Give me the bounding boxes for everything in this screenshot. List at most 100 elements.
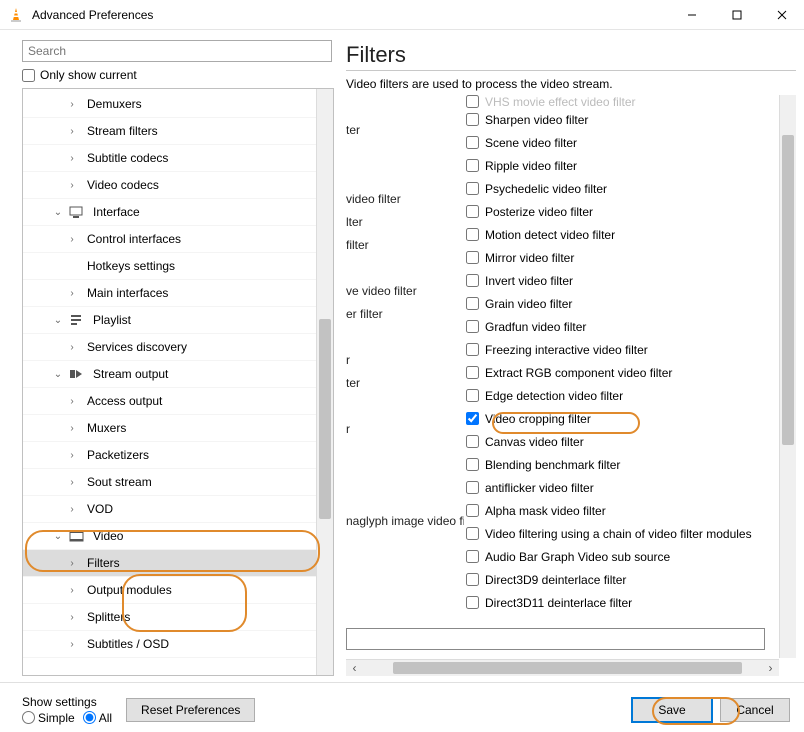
playlist-icon bbox=[69, 313, 85, 327]
filter-label: Sharpen video filter bbox=[485, 113, 588, 127]
filter-checkbox-ripple-video-filter[interactable]: Ripple video filter bbox=[466, 159, 577, 173]
filter-label: VHS movie effect video filter bbox=[485, 95, 636, 109]
filter-label: Blending benchmark filter bbox=[485, 458, 620, 472]
tree-item-label: Hotkeys settings bbox=[87, 259, 175, 273]
tree-item-video-codecs[interactable]: ›Video codecs bbox=[23, 172, 333, 199]
tree-item-video[interactable]: ⌄ Video bbox=[23, 523, 333, 550]
tree-item-hotkeys-settings[interactable]: Hotkeys settings bbox=[23, 253, 333, 280]
filter-label: Invert video filter bbox=[485, 274, 573, 288]
filter-checkbox-canvas-video-filter[interactable]: Canvas video filter bbox=[466, 435, 584, 449]
tree-item-main-interfaces[interactable]: ›Main interfaces bbox=[23, 280, 333, 307]
tree-item-label: VOD bbox=[87, 502, 113, 516]
cancel-button[interactable]: Cancel bbox=[720, 698, 790, 722]
tree-item-stream-output[interactable]: ⌄ Stream output bbox=[23, 361, 333, 388]
filter-label: antiflicker video filter bbox=[485, 481, 594, 495]
filter-checkbox-antiflicker-video-filter[interactable]: antiflicker video filter bbox=[466, 481, 594, 495]
search-input[interactable] bbox=[22, 40, 332, 62]
filter-label: Direct3D11 deinterlace filter bbox=[485, 596, 632, 610]
tree-item-access-output[interactable]: ›Access output bbox=[23, 388, 333, 415]
page-title: Filters bbox=[346, 42, 796, 68]
tree-item-vod[interactable]: › VOD bbox=[23, 496, 333, 523]
filter-checkbox-sharpen-video-filter[interactable]: Sharpen video filter bbox=[466, 113, 588, 127]
filter-checkbox-audio-bar-graph-video-sub-source[interactable]: Audio Bar Graph Video sub source bbox=[466, 550, 670, 564]
chevron-icon: ⌄ bbox=[47, 207, 69, 218]
save-button[interactable]: Save bbox=[632, 698, 712, 722]
tree-item-packetizers[interactable]: ›Packetizers bbox=[23, 442, 333, 469]
filter-checkbox-vhs-movie-effect-video-filter[interactable]: VHS movie effect video filter bbox=[466, 95, 636, 109]
filter-label: Posterize video filter bbox=[485, 205, 593, 219]
filter-module-text-input[interactable] bbox=[346, 628, 765, 650]
filter-checkbox-video-filtering-using-a-chain-of-video-filter-modules[interactable]: Video filtering using a chain of video f… bbox=[466, 527, 752, 541]
tree-item-sout-stream[interactable]: ›Sout stream bbox=[23, 469, 333, 496]
chevron-icon: ⌄ bbox=[47, 369, 69, 380]
filter-left-fragment bbox=[346, 325, 464, 348]
tree-item-label: Services discovery bbox=[87, 340, 187, 354]
filters-scrollbar-vertical[interactable] bbox=[779, 95, 796, 658]
tree-item-label: Splitters bbox=[87, 610, 130, 624]
tree-item-playlist[interactable]: ⌄Playlist bbox=[23, 307, 333, 334]
chevron-icon: ⌄ bbox=[47, 531, 69, 542]
filters-scrollbar-horizontal[interactable]: ‹ › bbox=[346, 659, 779, 676]
filter-checkbox-blending-benchmark-filter[interactable]: Blending benchmark filter bbox=[466, 458, 620, 472]
tree-item-filters[interactable]: ›Filters bbox=[23, 550, 333, 577]
scroll-left-icon[interactable]: ‹ bbox=[346, 660, 363, 677]
close-button[interactable] bbox=[759, 0, 804, 29]
filter-checkbox-invert-video-filter[interactable]: Invert video filter bbox=[466, 274, 573, 288]
tree-item-label: Video bbox=[93, 529, 123, 543]
chevron-icon: › bbox=[61, 639, 83, 650]
filter-left-fragment: ve video filter bbox=[346, 279, 464, 302]
filter-checkbox-freezing-interactive-video-filter[interactable]: Freezing interactive video filter bbox=[466, 343, 648, 357]
tree-item-muxers[interactable]: ›Muxers bbox=[23, 415, 333, 442]
tree-item-output-modules[interactable]: ›Output modules bbox=[23, 577, 333, 604]
chevron-icon: ⌄ bbox=[47, 315, 69, 326]
chevron-icon: › bbox=[61, 153, 83, 164]
tree-item-label: Subtitles / OSD bbox=[87, 637, 169, 651]
tree-item-label: Stream output bbox=[93, 367, 168, 381]
filter-left-fragment: naglyph image video filter bbox=[346, 509, 464, 532]
reset-preferences-button[interactable]: Reset Preferences bbox=[126, 698, 255, 722]
filter-checkbox-motion-detect-video-filter[interactable]: Motion detect video filter bbox=[466, 228, 615, 242]
filter-label: Alpha mask video filter bbox=[485, 504, 606, 518]
tree-item-subtitles-osd[interactable]: › Subtitles / OSD bbox=[23, 631, 333, 658]
tree-item-splitters[interactable]: ›Splitters bbox=[23, 604, 333, 631]
tree-item-label: Filters bbox=[87, 556, 120, 570]
filter-left-fragment: r bbox=[346, 348, 464, 371]
filter-checkbox-video-cropping-filter[interactable]: Video cropping filter bbox=[466, 412, 591, 426]
chevron-icon: › bbox=[61, 504, 83, 515]
chevron-icon: › bbox=[61, 180, 83, 191]
only-show-current-input[interactable] bbox=[22, 69, 35, 82]
filter-checkbox-direct3d9-deinterlace-filter[interactable]: Direct3D9 deinterlace filter bbox=[466, 573, 626, 587]
radio-all[interactable]: All bbox=[83, 711, 112, 725]
preferences-tree: ›Demuxers›Stream filters›Subtitle codecs… bbox=[22, 88, 334, 676]
radio-simple[interactable]: Simple bbox=[22, 711, 75, 725]
only-show-current-checkbox[interactable]: Only show current bbox=[22, 68, 334, 82]
filter-checkbox-edge-detection-video-filter[interactable]: Edge detection video filter bbox=[466, 389, 623, 403]
filter-checkbox-extract-rgb-component-video-filter[interactable]: Extract RGB component video filter bbox=[466, 366, 672, 380]
filter-label: Scene video filter bbox=[485, 136, 577, 150]
filter-checkbox-alpha-mask-video-filter[interactable]: Alpha mask video filter bbox=[466, 504, 606, 518]
filter-checkbox-scene-video-filter[interactable]: Scene video filter bbox=[466, 136, 577, 150]
filter-checkbox-mirror-video-filter[interactable]: Mirror video filter bbox=[466, 251, 574, 265]
maximize-button[interactable] bbox=[714, 0, 759, 29]
tree-item-control-interfaces[interactable]: ›Control interfaces bbox=[23, 226, 333, 253]
filter-left-fragment: lter bbox=[346, 210, 464, 233]
tree-item-label: Interface bbox=[93, 205, 140, 219]
tree-item-subtitle-codecs[interactable]: ›Subtitle codecs bbox=[23, 145, 333, 172]
tree-item-services-discovery[interactable]: ›Services discovery bbox=[23, 334, 333, 361]
tree-item-demuxers[interactable]: ›Demuxers bbox=[23, 91, 333, 118]
filter-checkbox-psychedelic-video-filter[interactable]: Psychedelic video filter bbox=[466, 182, 607, 196]
filter-checkbox-direct3d11-deinterlace-filter[interactable]: Direct3D11 deinterlace filter bbox=[466, 596, 632, 610]
stream-icon bbox=[69, 367, 85, 381]
filter-label: Audio Bar Graph Video sub source bbox=[485, 550, 670, 564]
filter-left-fragment bbox=[346, 555, 464, 578]
tree-item-stream-filters[interactable]: ›Stream filters bbox=[23, 118, 333, 145]
filter-checkbox-grain-video-filter[interactable]: Grain video filter bbox=[466, 297, 572, 311]
filter-checkbox-gradfun-video-filter[interactable]: Gradfun video filter bbox=[466, 320, 586, 334]
tree-item-interface[interactable]: ⌄ Interface bbox=[23, 199, 333, 226]
filter-checkbox-posterize-video-filter[interactable]: Posterize video filter bbox=[466, 205, 593, 219]
filter-left-fragment: video filter bbox=[346, 187, 464, 210]
scroll-right-icon[interactable]: › bbox=[762, 660, 779, 677]
tree-scrollbar[interactable] bbox=[316, 89, 333, 675]
minimize-button[interactable] bbox=[669, 0, 714, 29]
chevron-icon: › bbox=[61, 234, 83, 245]
